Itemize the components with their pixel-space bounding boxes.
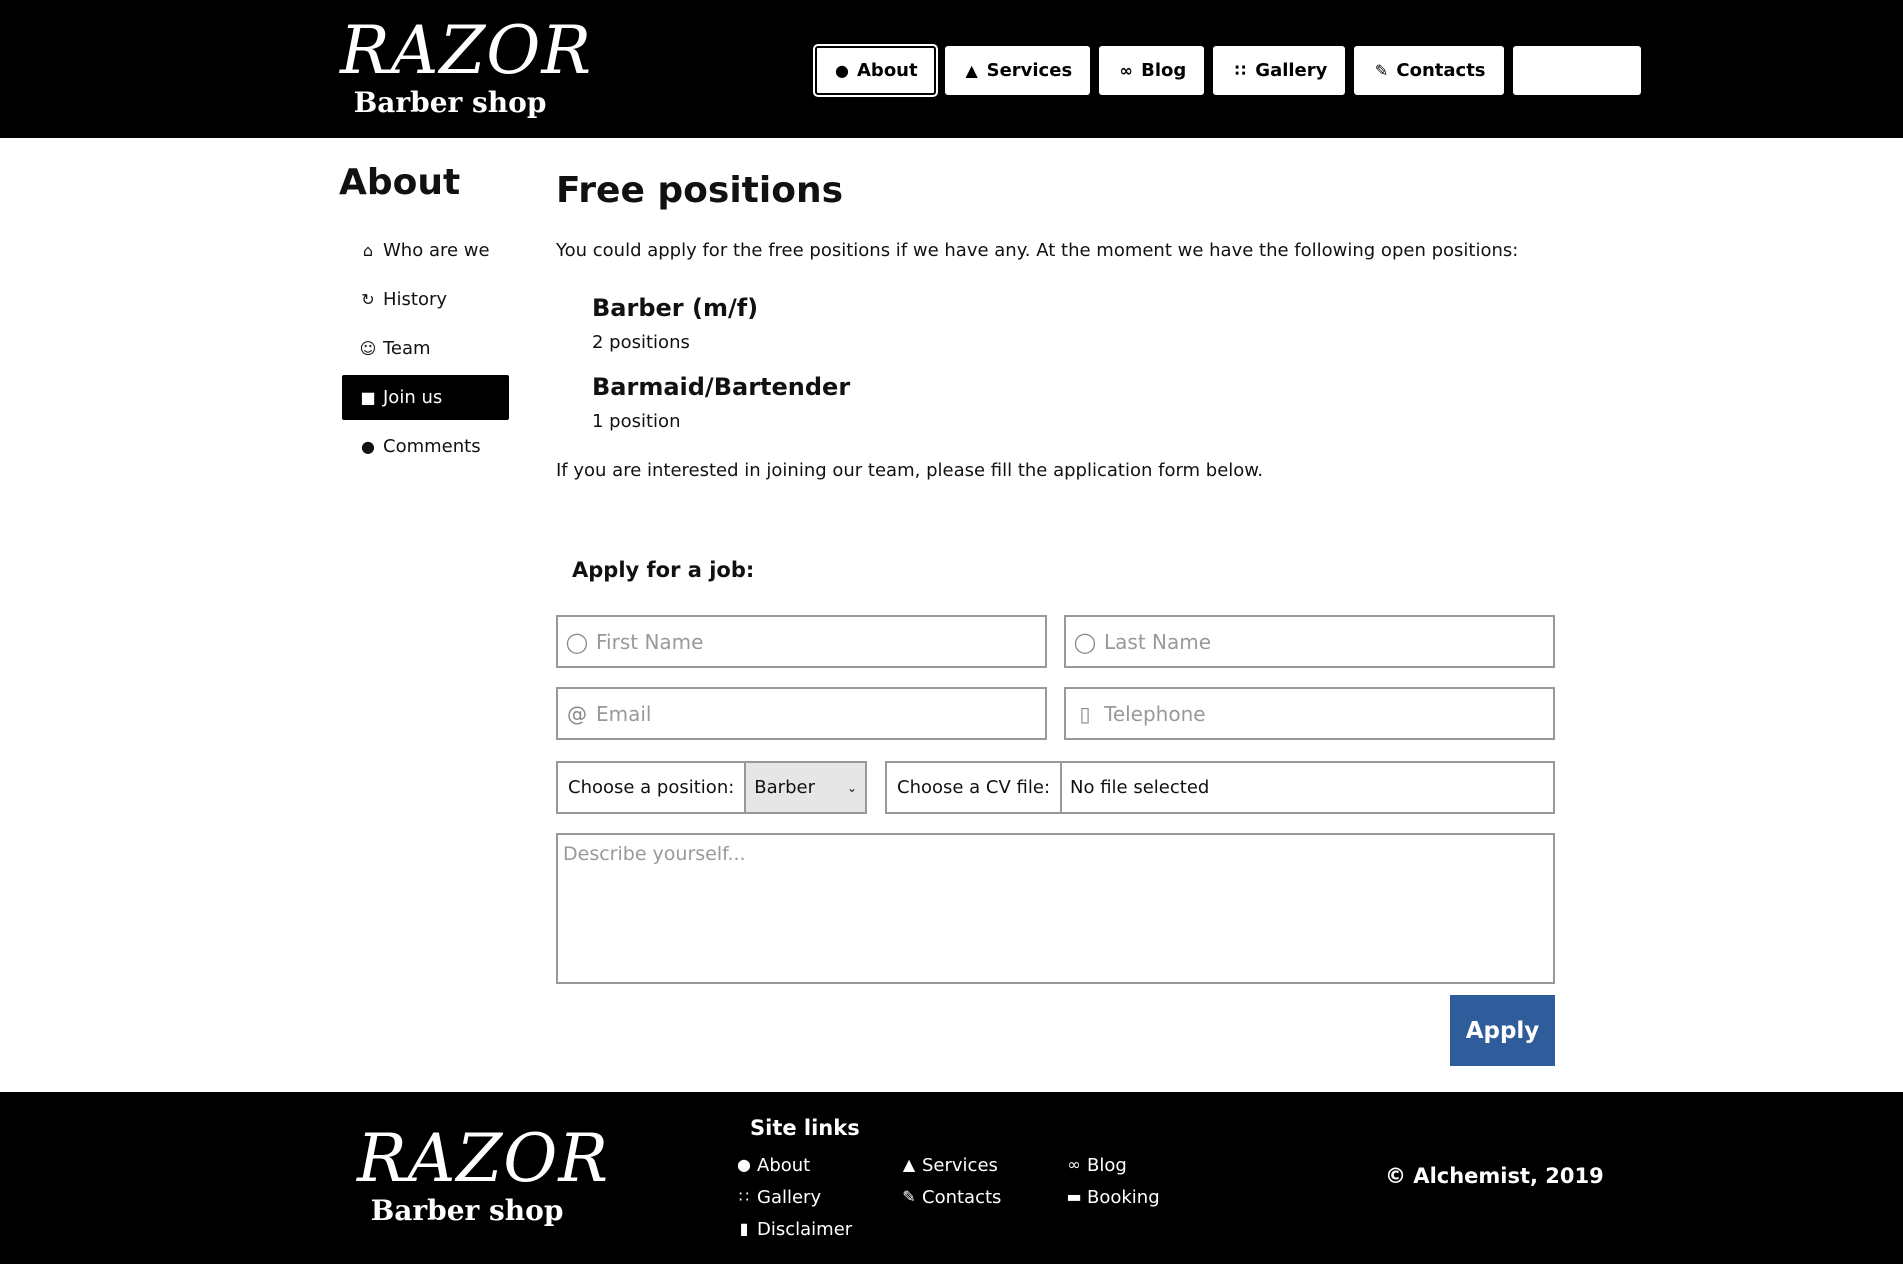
footer-link-label: Gallery (757, 1186, 822, 1208)
sidebar-menu: ⌂ Who are we ↻ History ☺ Team ■ Join us … (342, 228, 509, 473)
apply-button[interactable]: Apply (1450, 995, 1555, 1066)
footer-link-contacts[interactable]: ✎ Contacts (900, 1186, 1065, 1208)
site-logo[interactable]: RAZOR Barber shop (340, 12, 593, 119)
pdf-icon: ▮ (739, 1219, 749, 1238)
telephone-field: ▯ (1064, 687, 1555, 740)
last-name-input[interactable] (1104, 629, 1524, 654)
user-icon: ● (835, 60, 849, 80)
intro-text: You could apply for the free positions i… (556, 240, 1519, 261)
sidebar-item-history[interactable]: ↻ History (342, 277, 509, 322)
site-header: RAZOR Barber shop ● About ▲ Services ∞ B… (0, 0, 1903, 138)
cv-file-group: Choose a CV file: No file selected (885, 761, 1555, 814)
main-nav: ● About ▲ Services ∞ Blog ∷ Gallery ✎ Co… (813, 44, 1641, 97)
nav-about-label: About (857, 60, 918, 81)
grid-icon: ∷ (1234, 60, 1246, 80)
first-name-field: ◯ (556, 615, 1047, 668)
edit-icon: ✎ (1374, 60, 1389, 80)
sidebar-title: About (339, 162, 461, 203)
history-icon: ↻ (361, 289, 375, 309)
at-icon: @ (567, 701, 587, 726)
rss-icon: ∞ (1067, 1155, 1081, 1174)
bell-icon: ▲ (902, 1155, 916, 1174)
home-icon: ⌂ (362, 240, 374, 260)
nav-services-label: Services (986, 60, 1073, 81)
rss-icon: ∞ (1119, 60, 1133, 80)
position-select-group: Choose a position: Barber ⌄ (556, 761, 867, 814)
cv-file-button[interactable]: Choose a CV file: (887, 763, 1063, 812)
page-title: Free positions (556, 170, 844, 211)
nav-gallery-label: Gallery (1255, 60, 1328, 81)
footer-link-about[interactable]: ● About (735, 1154, 900, 1176)
position-count: 2 positions (592, 332, 690, 353)
email-input[interactable] (596, 701, 1016, 726)
footer-link-label: Disclaimer (757, 1218, 853, 1240)
footer-link-label: About (757, 1154, 811, 1176)
edit-icon: ✎ (902, 1187, 916, 1206)
footer-links: ● About ▲ Services ∞ Blog ∷ Gallery ✎ Co… (735, 1154, 1230, 1240)
telephone-input[interactable] (1104, 701, 1524, 726)
footer-link-label: Services (922, 1154, 998, 1176)
grid-icon: ∷ (738, 1187, 750, 1206)
footer-link-blog[interactable]: ∞ Blog (1065, 1154, 1230, 1176)
footer-link-label: Blog (1087, 1154, 1127, 1176)
phone-icon: ▯ (1079, 701, 1091, 726)
nav-services-button[interactable]: ▲ Services (944, 46, 1091, 95)
position-select-value: Barber (754, 777, 815, 798)
last-name-field: ◯ (1064, 615, 1555, 668)
nav-about-button[interactable]: ● About (813, 44, 938, 97)
position-count: 1 position (592, 411, 681, 432)
footer-logo[interactable]: RAZOR Barber shop (357, 1120, 610, 1227)
email-field: @ (556, 687, 1047, 740)
nav-blank-button[interactable] (1512, 46, 1641, 95)
form-title: Apply for a job: (572, 558, 755, 582)
position-title: Barmaid/Bartender (592, 373, 851, 401)
footer-link-services[interactable]: ▲ Services (900, 1154, 1065, 1176)
sidebar-item-label: Comments (383, 436, 481, 457)
comments-icon: ● (361, 436, 375, 456)
user-outline-icon: ◯ (1073, 629, 1097, 654)
logo-subtitle: Barber shop (353, 86, 547, 119)
briefcase-icon: ■ (360, 387, 376, 407)
sidebar-item-who-are-we[interactable]: ⌂ Who are we (342, 228, 509, 273)
copyright-text: © Alchemist, 2019 (1385, 1164, 1604, 1188)
site-links-title: Site links (750, 1116, 860, 1140)
nav-gallery-button[interactable]: ∷ Gallery (1213, 46, 1346, 95)
position-title: Barber (m/f) (592, 294, 759, 322)
footer-link-disclaimer[interactable]: ▮ Disclaimer (735, 1218, 900, 1240)
footer-link-gallery[interactable]: ∷ Gallery (735, 1186, 900, 1208)
user-outline-icon: ◯ (565, 629, 589, 654)
sidebar-item-team[interactable]: ☺ Team (342, 326, 509, 371)
cv-file-value: No file selected (1070, 777, 1210, 798)
sidebar-item-comments[interactable]: ● Comments (342, 424, 509, 469)
logo-brand: RAZOR (357, 1120, 610, 1197)
footer-link-booking[interactable]: ▬ Booking (1065, 1186, 1230, 1208)
chevron-down-icon: ⌄ (846, 780, 857, 795)
users-icon: ☺ (359, 338, 377, 358)
site-footer: RAZOR Barber shop Site links ● About ▲ S… (0, 1092, 1903, 1264)
nav-contacts-button[interactable]: ✎ Contacts (1354, 46, 1504, 95)
nav-contacts-label: Contacts (1396, 60, 1486, 81)
sidebar-item-label: History (383, 289, 448, 310)
footer-link-label: Booking (1087, 1186, 1160, 1208)
nav-blog-label: Blog (1141, 60, 1187, 81)
footer-link-label: Contacts (922, 1186, 1002, 1208)
bell-icon: ▲ (965, 60, 978, 80)
sidebar-item-join-us[interactable]: ■ Join us (342, 375, 509, 420)
position-select[interactable]: Barber ⌄ (746, 763, 865, 812)
position-select-label: Choose a position: (558, 763, 747, 812)
nav-blog-button[interactable]: ∞ Blog (1099, 46, 1205, 95)
positions-list: Barber (m/f) 2 positions Barmaid/Bartend… (592, 294, 850, 452)
describe-textarea[interactable]: Describe yourself... (556, 833, 1555, 984)
logo-brand: RAZOR (340, 12, 593, 89)
ticket-icon: ▬ (1066, 1187, 1082, 1206)
user-icon: ● (737, 1155, 751, 1174)
first-name-input[interactable] (596, 629, 1016, 654)
outro-text: If you are interested in joining our tea… (556, 460, 1264, 481)
sidebar-item-label: Join us (383, 387, 443, 408)
logo-subtitle: Barber shop (370, 1194, 564, 1227)
sidebar-item-label: Who are we (383, 240, 490, 261)
sidebar-item-label: Team (383, 338, 431, 359)
